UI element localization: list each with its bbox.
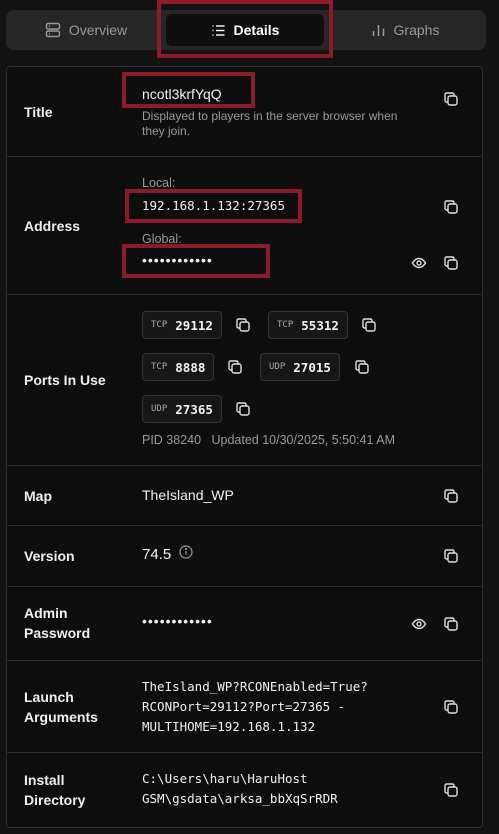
port-protocol: TCP [151,362,168,372]
admin-password-label: Admin Password [24,603,90,643]
port-chip: TCP 29112 [142,311,222,339]
copy-icon[interactable] [441,780,461,800]
launch-arguments-value: TheIsland_WP?RCONEnabled=True? RCONPort=… [142,677,368,737]
install-directory-value: C:\Users\haru\HaruHost GSM\gsdata\arksa_… [142,769,338,809]
eye-icon[interactable] [409,253,429,273]
ports-meta: PID 38240 Updated 10/30/2025, 5:50:41 AM [142,433,395,448]
version-value-wrap: 74.5 [142,545,193,563]
copy-icon[interactable] [233,315,253,335]
updated-text: Updated 10/30/2025, 5:50:41 AM [211,433,395,447]
address-label: Address [24,218,81,234]
admin-password-label-line1: Admin [24,605,68,621]
copy-icon[interactable] [359,315,379,335]
local-address-value: 192.168.1.132:27365 [142,198,285,213]
admin-password-label-line2: Password [24,625,91,641]
launch-arguments-line: TheIsland_WP?RCONEnabled=True? [142,679,368,694]
row-version: Version 74.5 [7,526,482,587]
port-chip: TCP 55312 [268,311,348,339]
admin-password-value: •••••••••••• [142,613,213,629]
port-protocol: TCP [277,320,294,330]
port-number: 55312 [301,317,339,333]
copy-icon[interactable] [441,486,461,506]
map-value: TheIsland_WP [142,487,234,503]
install-directory-label-line2: Directory [24,792,86,808]
row-ports: Ports In Use TCP 29112 TCP 55312 TCP 888… [7,295,482,466]
port-chip: UDP 27365 [142,395,222,423]
install-directory-line: GSM\gsdata\arksa_bbXqSrRDR [142,791,338,806]
port-number: 29112 [175,317,213,333]
row-admin-password: Admin Password •••••••••••• [7,587,482,661]
install-directory-line: C:\Users\haru\HaruHost [142,771,308,786]
port-protocol: UDP [269,362,286,372]
copy-icon[interactable] [441,614,461,634]
copy-icon[interactable] [233,399,253,419]
row-title: Title ncotl3krfYqQ Displayed to players … [7,67,482,157]
row-launch-arguments: Launch Arguments TheIsland_WP?RCONEnable… [7,661,482,753]
install-directory-label-line1: Install [24,772,65,788]
title-label: Title [24,104,53,120]
launch-arguments-label-line2: Arguments [24,709,98,725]
launch-arguments-label: Launch Arguments [24,687,98,727]
title-description: Displayed to players in the server brows… [142,109,398,138]
tab-graphs-label: Graphs [393,22,440,38]
bar-chart-icon [371,23,386,38]
copy-icon[interactable] [441,89,461,109]
tab-overview-label: Overview [68,22,128,38]
tab-graphs[interactable]: Graphs [328,14,482,46]
copy-icon[interactable] [441,546,461,566]
copy-icon[interactable] [441,253,461,273]
version-value: 74.5 [142,545,172,563]
copy-icon[interactable] [225,357,245,377]
port-chip: UDP 27015 [260,353,340,381]
tab-overview[interactable]: Overview [10,14,162,46]
local-label: Local: [142,176,176,190]
launch-arguments-label-line1: Launch [24,689,74,705]
list-icon [211,23,226,38]
copy-icon[interactable] [441,697,461,717]
row-install-directory: Install Directory C:\Users\haru\HaruHost… [7,753,482,829]
map-label: Map [24,488,52,504]
port-protocol: TCP [151,320,168,330]
title-value: ncotl3krfYqQ [142,86,222,102]
copy-icon[interactable] [441,197,461,217]
info-icon[interactable] [179,545,193,563]
port-number: 27365 [175,401,213,417]
global-address-value: •••••••••••• [142,252,213,268]
port-number: 8888 [175,359,206,375]
row-map: Map TheIsland_WP [7,466,482,526]
tab-details-label: Details [233,22,280,38]
server-icon [45,22,61,38]
row-address: Address Local: 192.168.1.132:27365 Globa… [7,157,482,295]
version-label: Version [24,548,75,564]
details-card: Title ncotl3krfYqQ Displayed to players … [6,66,483,828]
launch-arguments-line: RCONPort=29112?Port=27365 - [142,699,346,714]
tab-details[interactable]: Details [166,14,324,46]
pid-text: PID 38240 [142,433,202,447]
port-number: 27015 [293,359,331,375]
global-label: Global: [142,232,182,246]
copy-icon[interactable] [352,357,372,377]
port-chip: TCP 8888 [142,353,215,381]
launch-arguments-line: MULTIHOME=192.168.1.132 [142,719,316,734]
ports-label: Ports In Use [24,372,106,388]
install-directory-label: Install Directory [24,770,85,810]
port-protocol: UDP [151,404,168,414]
tab-bar: Overview Details Graphs [6,10,486,50]
eye-icon[interactable] [409,614,429,634]
